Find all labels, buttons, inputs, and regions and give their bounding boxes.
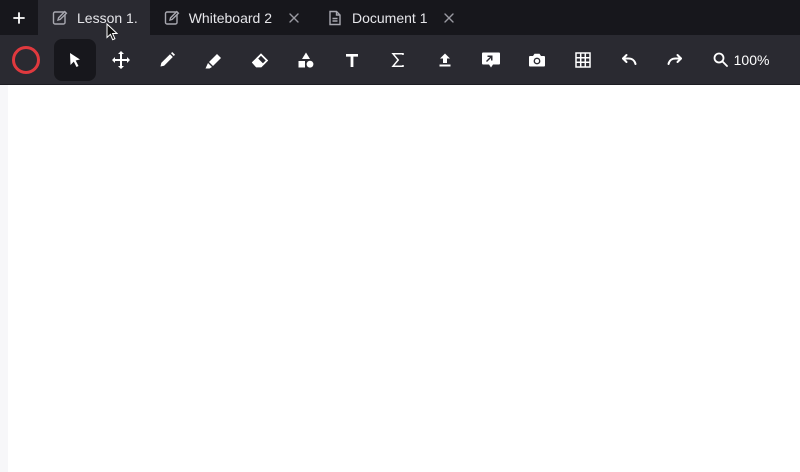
eraser-icon [251, 52, 268, 67]
undo-button[interactable] [608, 39, 650, 81]
zoom-control[interactable]: 100% [713, 51, 770, 68]
screen-share-icon [481, 52, 500, 67]
zoom-level: 100% [733, 51, 770, 68]
formula-tool-button[interactable] [377, 39, 419, 81]
move-tool-button[interactable] [100, 39, 142, 81]
plus-icon [13, 11, 25, 24]
pen-icon [160, 51, 176, 66]
tab-label: Whiteboard 2 [188, 9, 272, 26]
edit-icon [164, 10, 180, 26]
select-tool-button[interactable] [54, 38, 96, 81]
camera-tool-button[interactable] [516, 39, 558, 81]
new-tab-button[interactable] [0, 0, 38, 35]
document-icon [327, 10, 343, 26]
select-pointer-icon [70, 52, 80, 67]
undo-icon [622, 53, 637, 65]
move-icon [112, 50, 131, 69]
text-tool-button[interactable] [331, 39, 373, 81]
close-icon[interactable] [442, 11, 456, 25]
grid-icon [575, 51, 591, 68]
upload-tool-button[interactable] [424, 39, 466, 81]
shapes-tool-button[interactable] [285, 39, 327, 81]
zoom-search-icon [713, 52, 728, 67]
tab-bar: Lesson 1. Whiteboard 2 Document 1 [0, 0, 800, 35]
tab-label: Lesson 1. [77, 9, 138, 26]
whiteboard-canvas[interactable] [0, 85, 800, 472]
close-icon[interactable] [287, 11, 301, 25]
pen-tool-button[interactable] [146, 39, 188, 81]
redo-button[interactable] [654, 39, 696, 81]
upload-icon [439, 53, 450, 66]
shapes-icon [298, 52, 314, 68]
screen-share-button[interactable] [470, 39, 512, 81]
color-swatch [12, 45, 40, 74]
tab-whiteboard-2[interactable]: Whiteboard 2 [150, 0, 313, 35]
eraser-tool-button[interactable] [239, 39, 281, 81]
grid-tool-button[interactable] [562, 39, 604, 81]
redo-icon [667, 53, 683, 65]
highlighter-tool-button[interactable] [193, 39, 235, 81]
highlighter-icon [205, 53, 221, 68]
sigma-icon [391, 52, 405, 67]
tab-lesson-1[interactable]: Lesson 1. [38, 0, 150, 35]
tab-document-1[interactable]: Document 1 [313, 0, 468, 35]
camera-icon [528, 53, 545, 66]
text-icon [346, 53, 359, 67]
tab-label: Document 1 [352, 9, 428, 26]
canvas-edge-divider [0, 85, 8, 472]
color-picker-button[interactable] [5, 39, 47, 81]
toolbar: 100% [0, 35, 800, 85]
edit-icon [52, 10, 68, 26]
